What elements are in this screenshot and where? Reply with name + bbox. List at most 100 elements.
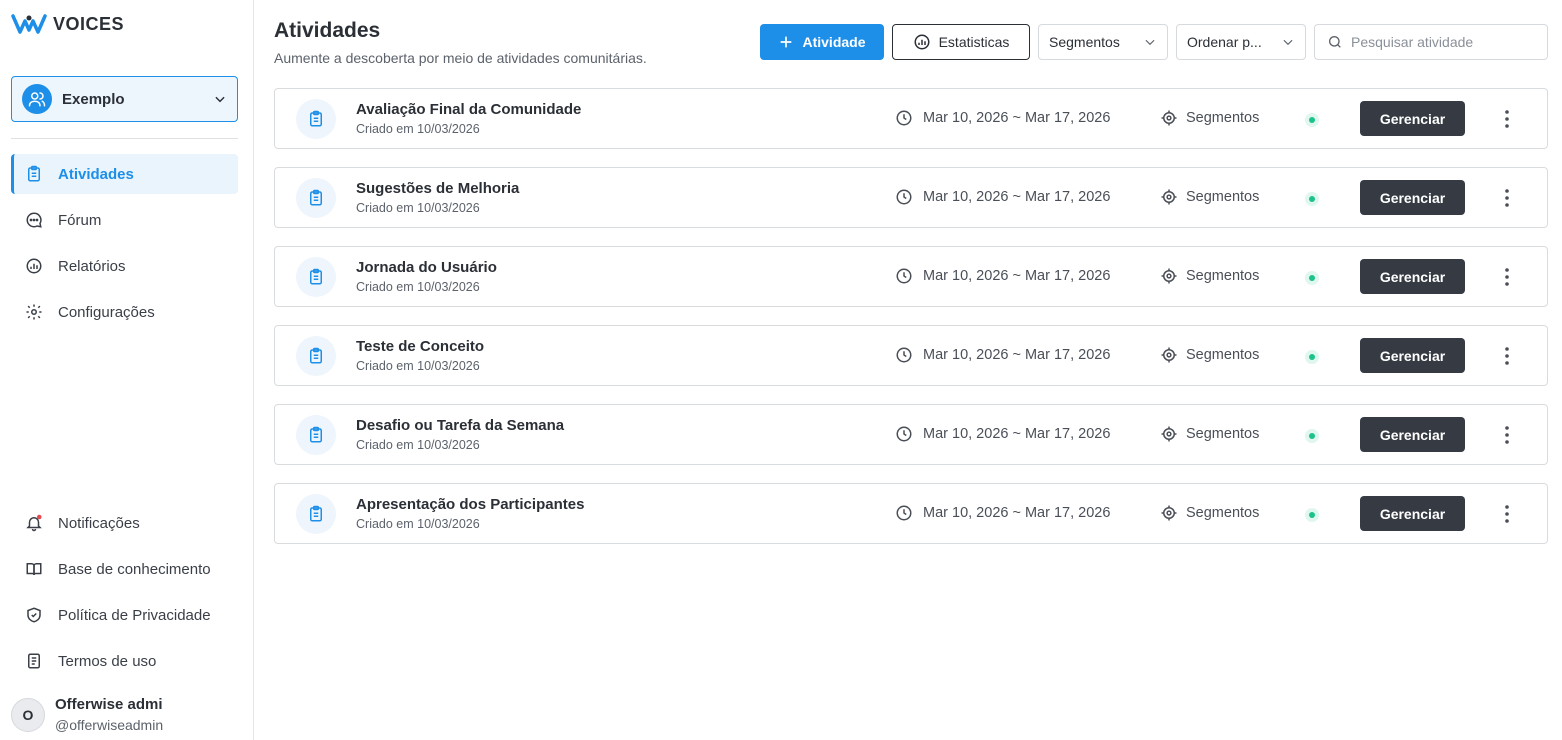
activity-title[interactable]: Avaliação Final da Comunidade (356, 101, 581, 118)
sidebar-divider (11, 138, 238, 139)
activity-row: Desafio ou Tarefa da Semana Criado em 10… (274, 404, 1548, 465)
toolbar: Atividade Estatisticas Segmentos Ordenar… (760, 24, 1548, 60)
sidebar-item-forum[interactable]: Fórum (11, 200, 238, 240)
chat-icon (26, 212, 42, 228)
search-input[interactable] (1351, 34, 1531, 50)
add-activity-button[interactable]: Atividade (760, 24, 884, 60)
more-options-icon[interactable] (1497, 186, 1517, 210)
activity-row: Jornada do Usuário Criado em 10/03/2026 … (274, 246, 1548, 307)
statistics-button[interactable]: Estatisticas (892, 24, 1030, 60)
activity-row: Avaliação Final da Comunidade Criado em … (274, 88, 1548, 149)
activity-dates: Mar 10, 2026 ~ Mar 17, 2026 (923, 268, 1111, 284)
brand-name: VOICES (53, 13, 125, 34)
activity-title[interactable]: Apresentação dos Participantes (356, 496, 584, 513)
manage-button[interactable]: Gerenciar (1360, 180, 1465, 215)
sidebar-item-configuracoes[interactable]: Configurações (11, 292, 238, 332)
activity-row: Teste de Conceito Criado em 10/03/2026 M… (274, 325, 1548, 386)
activity-date-range: Mar 10, 2026 ~ Mar 17, 2026 (895, 425, 1110, 443)
sidebar-item-politica-privacidade[interactable]: Política de Privacidade (11, 595, 238, 635)
sidebar: VOICES Exemplo Atividades Fórum Relatóri… (0, 0, 254, 740)
more-options-icon[interactable] (1497, 265, 1517, 289)
sidebar-item-label: Base de conhecimento (58, 560, 211, 578)
activity-row: Sugestões de Melhoria Criado em 10/03/20… (274, 167, 1548, 228)
activity-segments[interactable]: Segmentos (1160, 346, 1259, 364)
activity-list: Avaliação Final da Comunidade Criado em … (274, 88, 1548, 562)
user-profile[interactable]: O Offerwise admi @offerwiseadmin (11, 696, 163, 733)
activity-created-date: Criado em 10/03/2026 (356, 517, 480, 531)
user-handle: @offerwiseadmin (55, 717, 164, 733)
add-activity-label: Atividade (802, 34, 866, 50)
activity-dates: Mar 10, 2026 ~ Mar 17, 2026 (923, 505, 1111, 521)
chart-icon (914, 34, 930, 50)
users-icon (22, 84, 52, 114)
clipboard-icon (296, 415, 336, 455)
status-indicator (1305, 192, 1319, 206)
page-title: Atividades (274, 19, 381, 42)
sidebar-item-relatorios[interactable]: Relatórios (11, 246, 238, 286)
more-options-icon[interactable] (1497, 423, 1517, 447)
search-box[interactable] (1314, 24, 1548, 60)
sort-select-label: Ordenar p... (1187, 34, 1262, 50)
sidebar-item-atividades[interactable]: Atividades (11, 154, 238, 194)
avatar: O (11, 697, 45, 732)
brand-logo[interactable]: VOICES (11, 12, 124, 36)
activity-title[interactable]: Desafio ou Tarefa da Semana (356, 417, 564, 434)
chart-icon (26, 258, 42, 274)
more-options-icon[interactable] (1497, 107, 1517, 131)
activity-title[interactable]: Teste de Conceito (356, 338, 484, 355)
statistics-label: Estatisticas (938, 34, 1010, 50)
gear-icon (26, 304, 42, 320)
activity-date-range: Mar 10, 2026 ~ Mar 17, 2026 (895, 504, 1110, 522)
clipboard-icon (296, 494, 336, 534)
activity-segments[interactable]: Segmentos (1160, 267, 1259, 285)
clock-icon (896, 268, 912, 284)
activity-row: Apresentação dos Participantes Criado em… (274, 483, 1548, 544)
chevron-down-icon (215, 96, 225, 103)
sidebar-item-base-conhecimento[interactable]: Base de conhecimento (11, 549, 238, 589)
chevron-down-icon (1283, 39, 1293, 46)
activity-segments[interactable]: Segmentos (1160, 188, 1259, 206)
activity-segments-label: Segmentos (1186, 347, 1260, 363)
status-indicator (1305, 350, 1319, 364)
clock-icon (896, 426, 912, 442)
book-icon (26, 563, 42, 576)
activity-segments-label: Segmentos (1186, 110, 1260, 126)
activity-segments[interactable]: Segmentos (1160, 425, 1259, 443)
status-indicator (1305, 508, 1319, 522)
sidebar-item-label: Relatórios (58, 257, 126, 275)
manage-button[interactable]: Gerenciar (1360, 417, 1465, 452)
activity-dates: Mar 10, 2026 ~ Mar 17, 2026 (923, 189, 1111, 205)
activity-segments[interactable]: Segmentos (1160, 504, 1259, 522)
activity-segments-label: Segmentos (1186, 426, 1260, 442)
clipboard-icon (296, 257, 336, 297)
chevron-down-icon (1145, 39, 1155, 46)
activity-title[interactable]: Jornada do Usuário (356, 259, 497, 276)
activity-title[interactable]: Sugestões de Melhoria (356, 180, 519, 197)
plus-icon (781, 36, 792, 48)
clipboard-icon (296, 336, 336, 376)
document-icon (28, 653, 40, 669)
clipboard-icon (28, 165, 40, 182)
more-options-icon[interactable] (1497, 502, 1517, 526)
activity-segments-label: Segmentos (1186, 189, 1260, 205)
manage-button[interactable]: Gerenciar (1360, 496, 1465, 531)
shield-icon (27, 607, 41, 623)
sidebar-item-label: Configurações (58, 303, 155, 321)
activity-segments[interactable]: Segmentos (1160, 109, 1259, 127)
workspace-selector[interactable]: Exemplo (11, 76, 238, 122)
segments-filter[interactable]: Segmentos (1038, 24, 1168, 60)
sort-select[interactable]: Ordenar p... (1176, 24, 1306, 60)
sidebar-item-termos-uso[interactable]: Termos de uso (11, 641, 238, 681)
clipboard-icon (296, 99, 336, 139)
manage-button[interactable]: Gerenciar (1360, 338, 1465, 373)
activity-created-date: Criado em 10/03/2026 (356, 438, 480, 452)
manage-button[interactable]: Gerenciar (1360, 259, 1465, 294)
activity-dates: Mar 10, 2026 ~ Mar 17, 2026 (923, 347, 1111, 363)
activity-created-date: Criado em 10/03/2026 (356, 280, 480, 294)
activity-dates: Mar 10, 2026 ~ Mar 17, 2026 (923, 110, 1111, 126)
activity-created-date: Criado em 10/03/2026 (356, 122, 480, 136)
sidebar-item-notificacoes[interactable]: Notificações (11, 503, 238, 543)
status-indicator (1305, 271, 1319, 285)
more-options-icon[interactable] (1497, 344, 1517, 368)
manage-button[interactable]: Gerenciar (1360, 101, 1465, 136)
